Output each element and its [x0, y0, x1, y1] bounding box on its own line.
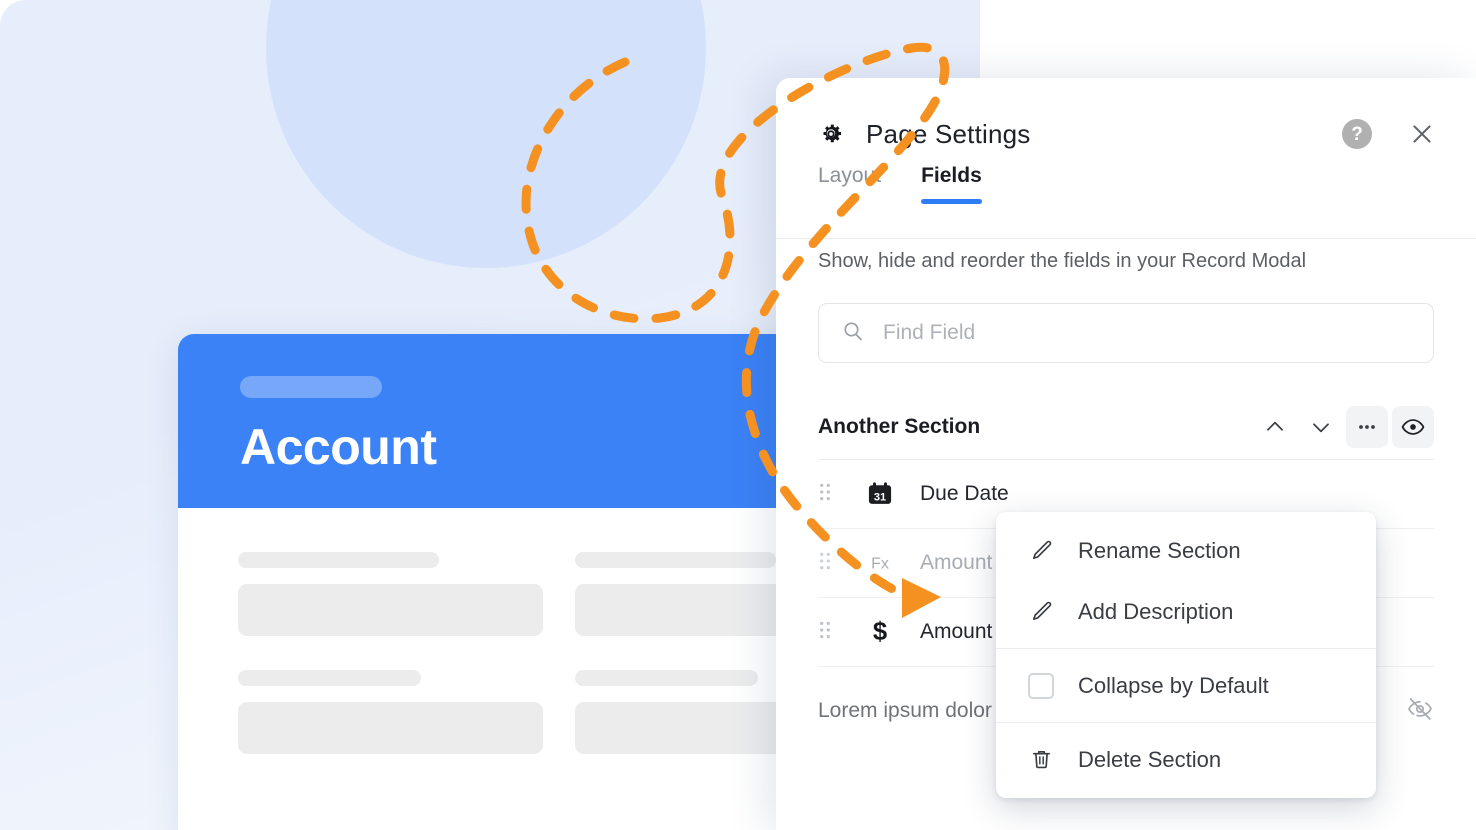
page-title: Page Settings — [866, 118, 1031, 149]
menu-item-label: Rename Section — [1078, 537, 1241, 563]
panel-description: Show, hide and reorder the fields in you… — [818, 250, 1307, 272]
find-field-search[interactable] — [818, 303, 1434, 363]
fx-icon: Fx — [856, 550, 904, 576]
search-icon — [841, 319, 865, 348]
skeleton-input — [238, 584, 543, 636]
move-section-up-button[interactable] — [1254, 406, 1296, 448]
field-label: Due Date — [920, 482, 1009, 505]
checkbox-unchecked-icon[interactable] — [1026, 672, 1056, 699]
svg-text:$: $ — [873, 618, 887, 646]
decorative-circle — [266, 0, 706, 268]
section-context-menu: Rename Section Add Description Collapse … — [996, 512, 1376, 798]
section-title: Another Section — [818, 415, 981, 438]
panel-header: Page Settings ? — [776, 78, 1476, 164]
skeleton-label — [238, 552, 440, 568]
drag-handle-icon[interactable] — [818, 481, 840, 508]
record-type-pill — [240, 376, 382, 398]
gear-icon — [818, 121, 844, 147]
drag-handle-icon[interactable] — [818, 619, 840, 646]
skeleton-column-left — [238, 552, 543, 788]
skeleton-label — [575, 670, 758, 686]
svg-text:31: 31 — [874, 491, 886, 503]
eye-off-icon[interactable] — [1406, 695, 1434, 728]
drag-handle-icon[interactable] — [818, 550, 840, 577]
close-icon[interactable] — [1408, 120, 1436, 148]
section-header-row: Another Section — [818, 406, 1434, 448]
move-section-down-button[interactable] — [1300, 406, 1342, 448]
skeleton-label — [238, 670, 421, 686]
skeleton-label — [575, 552, 777, 568]
menu-item-label: Delete Section — [1078, 746, 1222, 772]
skeleton-field-group — [238, 670, 543, 754]
menu-item-label: Add Description — [1078, 598, 1234, 624]
help-circle-icon[interactable]: ? — [1342, 119, 1372, 149]
pencil-icon — [1026, 538, 1056, 563]
menu-divider — [996, 722, 1376, 723]
menu-item-add-description[interactable]: Add Description — [996, 581, 1376, 642]
skeleton-field-group — [238, 552, 543, 636]
skeleton-input — [238, 702, 543, 754]
svg-text:Fx: Fx — [871, 554, 889, 572]
pencil-icon — [1026, 599, 1056, 624]
field-label: Amount — [920, 620, 993, 643]
search-input[interactable] — [883, 321, 1411, 345]
section-more-button[interactable] — [1346, 406, 1388, 448]
tab-fields[interactable]: Fields — [921, 164, 982, 204]
panel-tabs: Layout Fields — [776, 164, 1476, 204]
menu-divider — [996, 648, 1376, 649]
section-actions — [1254, 406, 1434, 448]
screenshot-root: Account Page Settings ? Layout Fields Sh… — [0, 0, 1476, 830]
tabs-divider — [776, 238, 1476, 239]
menu-item-label: Collapse by Default — [1078, 672, 1269, 698]
menu-item-delete-section[interactable]: Delete Section — [996, 729, 1376, 790]
section-visibility-button[interactable] — [1392, 406, 1434, 448]
calendar-31-icon: 31 — [856, 480, 904, 508]
tab-layout[interactable]: Layout — [818, 164, 881, 204]
menu-item-rename-section[interactable]: Rename Section — [996, 520, 1376, 581]
menu-item-collapse-by-default[interactable]: Collapse by Default — [996, 655, 1376, 716]
dollar-icon: $ — [856, 618, 904, 646]
trash-icon — [1026, 747, 1056, 772]
